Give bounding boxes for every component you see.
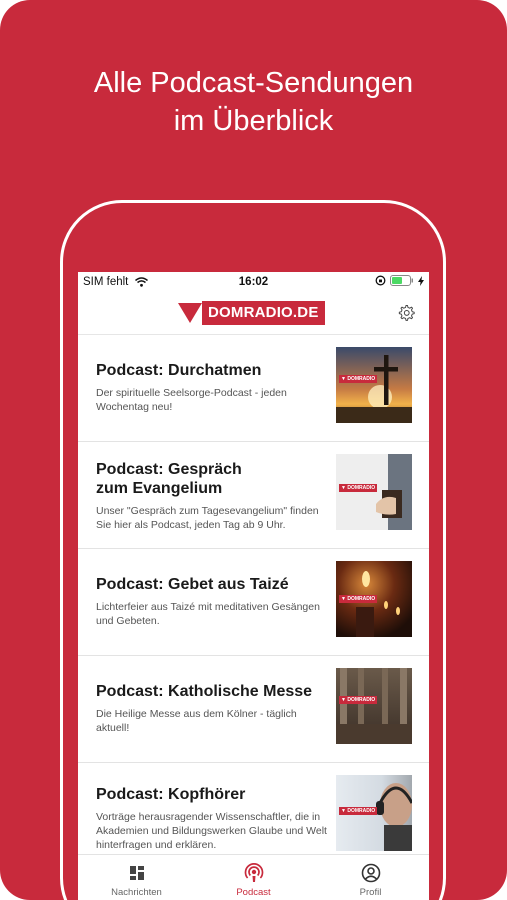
podcast-title: Podcast: Gebet aus Taizé: [96, 576, 289, 593]
podcast-thumbnail: ▼ DOMRADIO: [336, 668, 412, 744]
list-item[interactable]: Podcast: Durchatmen Der spirituelle Seel…: [78, 335, 429, 442]
promo-headline: Alle Podcast-Sendungen im Überblick: [0, 64, 507, 140]
promo-background: Alle Podcast-Sendungen im Überblick SIM …: [0, 0, 507, 900]
podcast-description: Die Heilige Messe aus dem Kölner - tägli…: [96, 708, 297, 734]
tab-bar: Nachrichten Podcast Profil: [78, 854, 429, 900]
tab-label: Profil: [359, 887, 382, 898]
gear-icon[interactable]: [397, 304, 415, 322]
podcast-description: Unser "Gespräch zum Tagesevangelium" fin…: [96, 505, 319, 531]
tab-label: Podcast: [236, 887, 271, 898]
orientation-lock-icon: [375, 275, 386, 286]
list-item[interactable]: Podcast: Gebet aus Taizé Lichterfeier au…: [78, 549, 429, 656]
profile-icon: [361, 863, 380, 883]
logo-triangle: [178, 303, 202, 323]
tab-profil[interactable]: Profil: [312, 855, 429, 900]
tab-nachrichten[interactable]: Nachrichten: [78, 855, 195, 900]
podcast-list: Podcast: Durchatmen Der spirituelle Seel…: [78, 335, 429, 869]
podcast-title: Podcast: Durchatmen: [96, 362, 262, 379]
podcast-thumbnail: ▼ DOMRADIO: [336, 347, 412, 423]
domradio-logo: DOMRADIO.DE: [178, 301, 325, 325]
podcast-thumbnail: ▼ DOMRADIO: [336, 454, 412, 530]
cross-image: [336, 355, 412, 423]
list-item[interactable]: Podcast: Gespräch zum Evangelium Unser "…: [78, 442, 429, 549]
news-icon: [129, 866, 144, 880]
tab-podcast[interactable]: Podcast: [195, 855, 312, 900]
headline-line-1: Alle Podcast-Sendungen: [93, 67, 414, 99]
headline-line-2: im Überblick: [173, 105, 334, 137]
podcast-icon: [244, 863, 263, 882]
phone-screen: SIM fehlt 16:02 DOMRADIO.DE Podcast: Dur…: [78, 272, 429, 900]
podcast-title: Podcast: Gespräch zum Evangelium: [96, 461, 242, 497]
charging-icon: [418, 275, 424, 286]
podcast-title: Podcast: Kopfhörer: [96, 786, 246, 803]
list-item[interactable]: Podcast: Katholische Messe Die Heilige M…: [78, 656, 429, 763]
tab-label: Nachrichten: [111, 887, 162, 898]
podcast-description: Vorträge herausragender Wissenschaftler,…: [96, 811, 327, 851]
podcast-description: Der spirituelle Seelsorge-Podcast - jede…: [96, 387, 287, 413]
logo-text: DOMRADIO.DE: [202, 301, 325, 325]
podcast-thumbnail: ▼ DOMRADIO: [336, 561, 412, 637]
bible-image: [376, 454, 412, 530]
podcast-description: Lichterfeier aus Taizé mit meditativen G…: [96, 601, 320, 627]
status-bar: SIM fehlt 16:02: [78, 272, 429, 294]
battery-icon: [390, 275, 413, 286]
podcast-title: Podcast: Katholische Messe: [96, 683, 313, 700]
app-header: DOMRADIO.DE: [78, 294, 429, 335]
podcast-thumbnail: ▼ DOMRADIO: [336, 775, 412, 851]
cathedral-image: [336, 668, 412, 744]
